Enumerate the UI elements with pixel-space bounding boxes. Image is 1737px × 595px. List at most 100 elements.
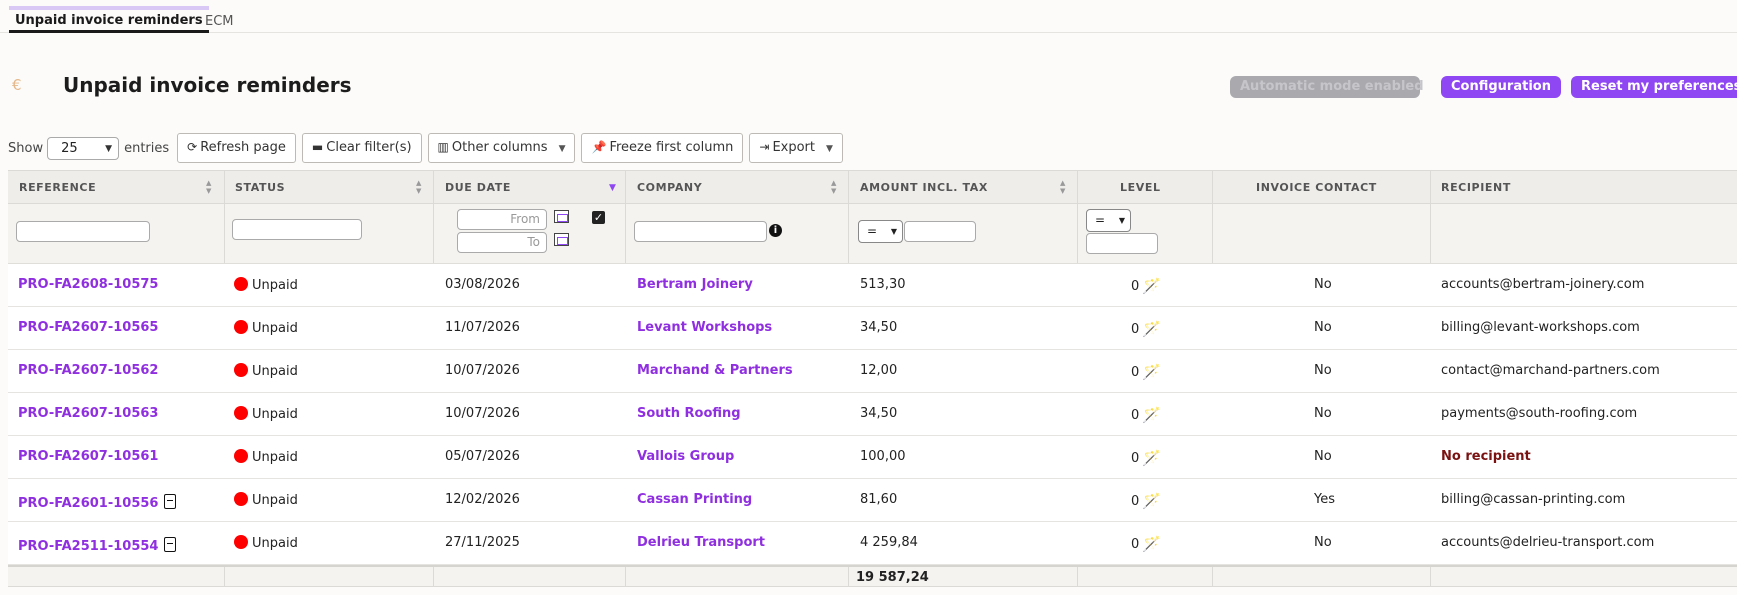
recipient-text: billing@cassan-printing.com xyxy=(1441,492,1626,507)
amount-filter-input[interactable] xyxy=(904,221,976,242)
other-columns-button[interactable]: ▥ Other columns ▼ xyxy=(427,133,576,163)
due-date-to-input[interactable]: To xyxy=(457,232,547,253)
status-text: Unpaid xyxy=(252,536,298,551)
due-date-text: 03/08/2026 xyxy=(445,277,520,292)
refresh-label: Refresh page xyxy=(200,140,286,155)
table-row: PRO-FA2607-10563 Unpaid 10/07/2026 South Ro… xyxy=(8,393,1737,436)
magic-wand-icon[interactable]: 🪄 xyxy=(1142,406,1161,424)
invoice-contact-text: No xyxy=(1314,277,1332,292)
status-cell: Unpaid xyxy=(234,492,298,508)
company-link[interactable]: Bertram Joinery xyxy=(637,277,753,292)
status-cell: Unpaid xyxy=(234,449,298,465)
invoice-contact-text: No xyxy=(1314,449,1332,464)
reference-link[interactable]: PRO-FA2607-10561 xyxy=(18,449,158,464)
status-text: Unpaid xyxy=(252,364,298,379)
level-cell: 0 🪄 xyxy=(1131,277,1161,295)
status-text: Unpaid xyxy=(252,450,298,465)
level-text: 0 xyxy=(1131,279,1140,294)
level-operator-value: = xyxy=(1095,213,1106,227)
export-button[interactable]: ⇥ Export ▼ xyxy=(749,133,843,163)
tab-ecm[interactable]: ECM xyxy=(199,6,240,33)
company-link[interactable]: Levant Workshops xyxy=(637,320,772,335)
company-link[interactable]: Vallois Group xyxy=(637,449,734,464)
company-filter-input[interactable] xyxy=(634,221,767,242)
status-text: Unpaid xyxy=(252,407,298,422)
column-header-company[interactable]: COMPANY xyxy=(637,181,702,194)
table-body: PRO-FA2608-10575 Unpaid 03/08/2026 Bertram … xyxy=(8,264,1737,565)
column-header-status[interactable]: STATUS xyxy=(235,181,285,194)
level-cell: 0 🪄 xyxy=(1131,320,1161,338)
company-link[interactable]: Marchand & Partners xyxy=(637,363,793,378)
magic-wand-icon[interactable]: 🪄 xyxy=(1142,449,1161,467)
table-row: PRO-FA2601-10556 Unpaid 12/02/2026 Cassan P… xyxy=(8,479,1737,522)
column-header-level[interactable]: LEVEL xyxy=(1120,181,1161,194)
status-text: Unpaid xyxy=(252,321,298,336)
amount-text: 34,50 xyxy=(860,406,898,421)
chevron-down-icon: ▼ xyxy=(1118,216,1125,225)
sort-icon[interactable]: ▲ ▼ xyxy=(416,179,421,195)
reference-link[interactable]: PRO-FA2607-10563 xyxy=(18,406,158,421)
magic-wand-icon[interactable]: 🪄 xyxy=(1142,277,1161,295)
due-date-text: 10/07/2026 xyxy=(445,363,520,378)
company-link[interactable]: Delrieu Transport xyxy=(637,535,765,550)
reference-text: PRO-FA2608-10575 xyxy=(18,277,159,292)
magic-wand-icon[interactable]: 🪄 xyxy=(1142,320,1161,338)
table-row: PRO-FA2607-10565 Unpaid 11/07/2026 Levant W… xyxy=(8,307,1737,350)
level-filter-input[interactable] xyxy=(1086,233,1158,254)
reference-link[interactable]: PRO-FA2511-10554 xyxy=(18,537,177,554)
sort-icon[interactable]: ▲ ▼ xyxy=(1060,179,1065,195)
toolbar: Show 25 ▼ entries ⟳ Refresh page ▬ Clear f… xyxy=(8,133,849,163)
tab-unpaid-invoice-reminders[interactable]: Unpaid invoice reminders xyxy=(9,6,209,33)
amount-operator-select[interactable]: = ▼ xyxy=(858,220,903,243)
level-operator-select[interactable]: = ▼ xyxy=(1086,209,1131,232)
amount-text: 81,60 xyxy=(860,492,898,507)
reset-preferences-button[interactable]: Reset my preferences xyxy=(1571,76,1737,98)
recipient-text: accounts@bertram-joinery.com xyxy=(1441,277,1645,292)
refresh-page-button[interactable]: ⟳ Refresh page xyxy=(177,133,296,163)
sort-desc-icon[interactable]: ▼ xyxy=(609,184,616,193)
caret-down-icon: ▼ xyxy=(558,144,566,154)
chevron-down-icon: ▼ xyxy=(890,227,897,236)
level-text: 0 xyxy=(1131,494,1140,509)
magic-wand-icon[interactable]: 🪄 xyxy=(1142,535,1161,553)
column-header-invoice-contact[interactable]: INVOICE CONTACT xyxy=(1256,181,1377,194)
page-title: Unpaid invoice reminders xyxy=(63,73,352,97)
reference-link[interactable]: PRO-FA2607-10562 xyxy=(18,363,158,378)
column-header-due-date[interactable]: DUE DATE xyxy=(445,181,511,194)
magic-wand-icon[interactable]: 🪄 xyxy=(1142,492,1161,510)
magic-wand-icon[interactable]: 🪄 xyxy=(1142,363,1161,381)
sort-icon[interactable]: ▲ ▼ xyxy=(206,179,211,195)
status-cell: Unpaid xyxy=(234,535,298,551)
status-filter-input[interactable] xyxy=(232,219,362,240)
pdf-file-icon[interactable] xyxy=(164,494,177,509)
company-link[interactable]: Cassan Printing xyxy=(637,492,752,507)
entries-value: 25 xyxy=(61,140,78,156)
checkbox-checked-icon[interactable]: ✓ xyxy=(592,211,605,224)
entries-label: entries xyxy=(124,140,170,156)
calendar-icon[interactable] xyxy=(554,210,569,223)
automatic-mode-button[interactable]: Automatic mode enabled xyxy=(1230,76,1424,98)
column-header-recipient[interactable]: RECIPIENT xyxy=(1441,181,1511,194)
sort-icon[interactable]: ▲ ▼ xyxy=(831,179,836,195)
invoice-contact-text: No xyxy=(1314,363,1332,378)
due-date-from-input[interactable]: From xyxy=(457,209,547,230)
reference-text: PRO-FA2607-10565 xyxy=(18,320,159,335)
reference-link[interactable]: PRO-FA2607-10565 xyxy=(18,320,158,335)
due-date-text: 12/02/2026 xyxy=(445,492,520,507)
level-text: 0 xyxy=(1131,365,1140,380)
column-header-reference[interactable]: REFERENCE xyxy=(19,181,96,194)
calendar-icon[interactable] xyxy=(554,233,569,246)
entries-select[interactable]: 25 ▼ xyxy=(47,136,120,160)
reference-link[interactable]: PRO-FA2601-10556 xyxy=(18,494,177,511)
company-link[interactable]: South Roofing xyxy=(637,406,741,421)
minus-square-icon: ▬ xyxy=(311,140,324,154)
pdf-file-icon[interactable] xyxy=(164,537,177,552)
freeze-first-column-button[interactable]: 📌 Freeze first column xyxy=(581,133,744,163)
clear-filters-button[interactable]: ▬ Clear filter(s) xyxy=(301,133,422,163)
reference-link[interactable]: PRO-FA2608-10575 xyxy=(18,277,158,292)
configuration-button[interactable]: Configuration xyxy=(1441,76,1561,98)
status-unpaid-icon xyxy=(234,277,248,291)
table-header-row: REFERENCE ▲ ▼ STATUS ▲ ▼ DUE DATE ▼ COMPAN… xyxy=(8,170,1737,204)
column-header-amount[interactable]: AMOUNT INCL. TAX xyxy=(860,181,988,194)
reference-filter-input[interactable] xyxy=(16,221,150,242)
